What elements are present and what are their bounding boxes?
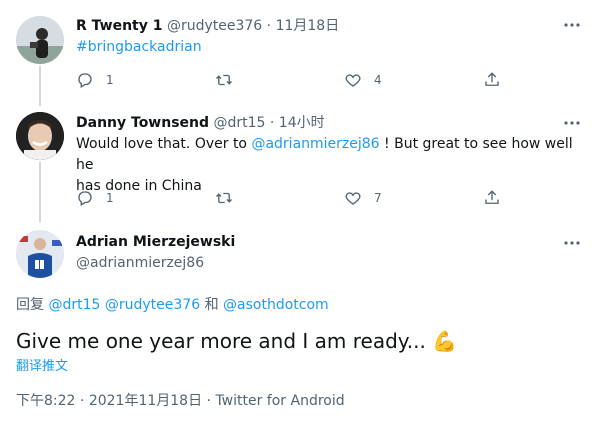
tweet-timestamp: 下午8:22 · 2021年11月18日 · Twitter for Andro… xyxy=(16,391,345,411)
text-segment: Would love that. Over to xyxy=(76,136,252,152)
replying-to: 回复 @drt15 @rudytee376 和 @asothdotcom xyxy=(16,295,329,315)
separator: · xyxy=(266,18,272,34)
tweet-time[interactable]: 14小时 xyxy=(279,115,325,131)
reply-icon xyxy=(78,73,92,88)
main-tweet-text: Give me one year more and I am ready... … xyxy=(16,326,457,356)
tweet-source[interactable]: Twitter for Android xyxy=(215,393,344,409)
separator: · xyxy=(206,393,211,409)
share-button[interactable] xyxy=(483,70,501,90)
user-handle[interactable]: @drt15 xyxy=(213,115,265,131)
avatar[interactable] xyxy=(16,230,64,278)
tweet-text: #bringbackadrian xyxy=(76,37,202,58)
avatar[interactable] xyxy=(16,112,64,160)
like-button[interactable]: 4 xyxy=(344,70,382,90)
more-button[interactable] xyxy=(562,113,582,133)
retweet-icon xyxy=(216,74,232,86)
tweet-text: Would love that. Over to @adrianmierzej8… xyxy=(76,134,576,197)
like-button[interactable]: 7 xyxy=(344,188,382,208)
more-icon xyxy=(564,121,580,125)
like-icon xyxy=(345,192,361,205)
mention-link[interactable]: @rudytee376 xyxy=(105,297,200,313)
like-count: 7 xyxy=(374,191,382,205)
avatar-photo-icon xyxy=(16,230,64,278)
reply-count: 1 xyxy=(106,73,114,87)
hashtag-link[interactable]: #bringbackadrian xyxy=(76,39,202,55)
user-handle[interactable]: @rudytee376 xyxy=(167,18,262,34)
tweet-header: Danny Townsend @drt15 · 14小时 xyxy=(76,113,325,133)
retweet-button[interactable] xyxy=(214,70,234,90)
thread-line xyxy=(39,66,41,106)
reply-and: 和 xyxy=(204,297,219,313)
share-button[interactable] xyxy=(483,188,501,208)
tweet-text-line: has done in China xyxy=(76,178,202,194)
more-button[interactable] xyxy=(562,233,582,253)
more-button[interactable] xyxy=(562,15,582,35)
tweet-header: R Twenty 1 @rudytee376 · 11月18日 xyxy=(76,16,339,36)
separator: · xyxy=(79,393,85,409)
separator: · xyxy=(269,115,275,131)
reply-count: 1 xyxy=(106,191,114,205)
flexed-biceps-icon: 💪 xyxy=(432,329,458,353)
tweet-text-line: Would love that. Over to @adrianmierzej8… xyxy=(76,134,576,176)
mention-link[interactable]: @asothdotcom xyxy=(223,297,329,313)
avatar-photo-icon xyxy=(16,16,64,64)
tweet-time[interactable]: 11月18日 xyxy=(276,18,340,34)
reply-icon xyxy=(78,191,92,206)
reply-button[interactable]: 1 xyxy=(76,70,114,90)
share-icon xyxy=(485,190,499,204)
retweet-button[interactable] xyxy=(214,188,234,208)
like-count: 4 xyxy=(374,73,382,87)
more-icon xyxy=(564,241,580,245)
avatar[interactable] xyxy=(16,16,64,64)
mention-link[interactable]: @adrianmierzej86 xyxy=(251,136,379,152)
tweet-time[interactable]: 下午8:22 xyxy=(16,393,75,409)
thread-line xyxy=(39,162,41,222)
tweet-body: Give me one year more and I am ready... xyxy=(16,329,426,353)
display-name[interactable]: R Twenty 1 xyxy=(76,18,163,34)
user-handle[interactable]: @adrianmierzej86 xyxy=(76,255,204,271)
avatar-photo-icon xyxy=(16,112,64,160)
retweet-icon xyxy=(216,192,232,204)
translate-tweet-link[interactable]: 翻译推文 xyxy=(16,358,68,376)
like-icon xyxy=(345,74,361,87)
reply-button[interactable]: 1 xyxy=(76,188,114,208)
display-name[interactable]: Danny Townsend xyxy=(76,115,209,131)
display-name[interactable]: Adrian Mierzejewski xyxy=(76,234,235,250)
share-icon xyxy=(485,72,499,86)
reply-prefix: 回复 xyxy=(16,297,44,313)
tweet-date[interactable]: 2021年11月18日 xyxy=(89,393,202,409)
more-icon xyxy=(564,23,580,27)
mention-link[interactable]: @drt15 xyxy=(48,297,100,313)
